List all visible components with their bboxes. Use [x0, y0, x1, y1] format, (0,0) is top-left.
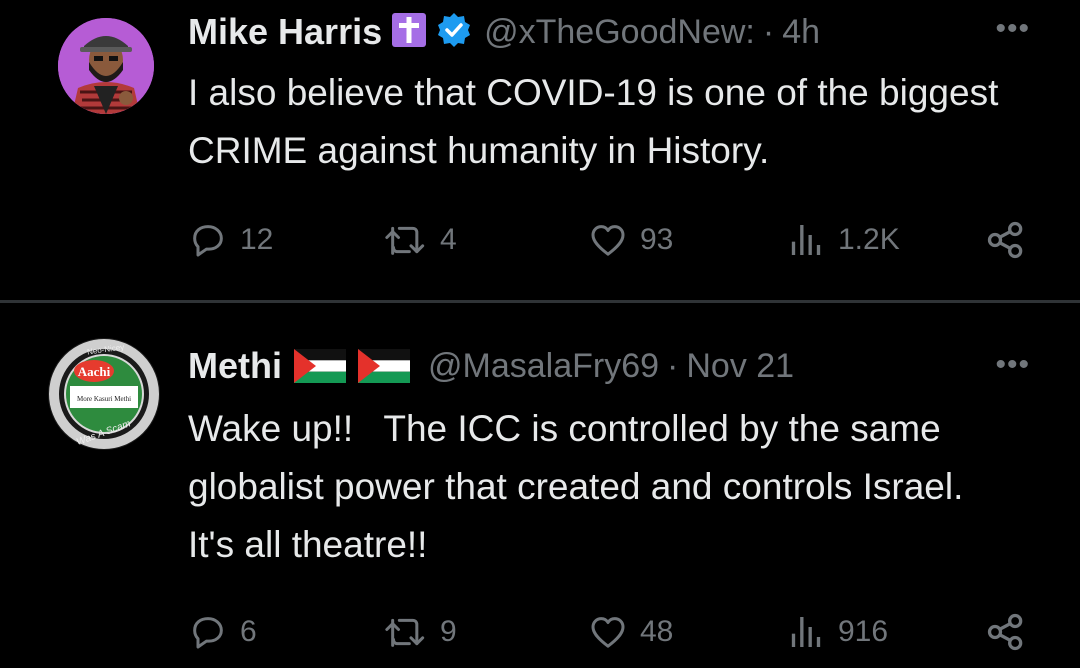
heart-icon	[591, 617, 625, 648]
display-name[interactable]: Mike Harris	[188, 11, 382, 53]
tweet-text: I also believe that COVID-19 is one of t…	[188, 72, 999, 171]
repost-icon	[385, 226, 425, 255]
tweet-methi[interactable]: Aachi More Kasuri Methi Neo-Nicey #It Wa…	[0, 304, 1080, 668]
separator-dot: ·	[762, 12, 775, 51]
timestamp[interactable]: Nov 21	[686, 347, 794, 386]
view-count: 916	[838, 615, 889, 648]
like-count: 48	[640, 615, 674, 648]
view-count: 1.2K	[838, 223, 900, 256]
heart-icon	[591, 225, 625, 256]
reply-count: 12	[240, 223, 274, 256]
like-button[interactable]: 93	[588, 218, 673, 262]
views-icon	[791, 617, 821, 647]
avatar-label-text: More Kasuri Methi	[77, 395, 131, 403]
separator-dot: ·	[667, 346, 679, 385]
display-name[interactable]: Methi	[188, 345, 282, 387]
like-button[interactable]: 48	[588, 610, 673, 654]
reply-icon	[193, 225, 223, 257]
handle[interactable]: @MasalaFry69	[428, 347, 659, 386]
views-button[interactable]: 916	[786, 610, 888, 654]
avatar-logo: Aachi More Kasuri Methi Neo-Nicey #It Wa…	[48, 338, 160, 450]
repost-count: 9	[440, 615, 457, 648]
share-button[interactable]	[984, 218, 1028, 262]
avatar[interactable]: Aachi More Kasuri Methi Neo-Nicey #It Wa…	[48, 338, 160, 450]
tweet-header: Methi @MasalaFry69 · Nov 21	[188, 344, 794, 388]
share-icon	[987, 613, 1023, 651]
tweet-header: Mike Harris @xTheGoodNew: · 4h	[188, 10, 820, 54]
avatar-brand-text: Aachi	[78, 364, 111, 379]
palestine-flag-icon	[294, 349, 346, 383]
views-button[interactable]: 1.2K	[786, 218, 900, 262]
share-icon	[987, 221, 1023, 259]
tweet-divider	[0, 300, 1080, 303]
avatar-cartoon-icon	[58, 18, 154, 114]
tweet-text: Wake up!! The ICC is controlled by the s…	[188, 408, 974, 565]
tweet-actions: 12 4 93 1.2K	[188, 218, 1038, 262]
avatar[interactable]	[58, 18, 154, 114]
like-count: 93	[640, 223, 674, 256]
timestamp[interactable]: 4h	[782, 13, 820, 52]
reply-count: 6	[240, 615, 257, 648]
repost-button[interactable]: 4	[384, 218, 457, 262]
handle[interactable]: @xTheGoodNew:	[484, 13, 755, 52]
reply-button[interactable]: 6	[188, 610, 257, 654]
reply-button[interactable]: 12	[188, 218, 273, 262]
repost-count: 4	[440, 223, 457, 256]
cross-badge-icon	[392, 12, 427, 52]
verified-badge-icon[interactable]	[436, 12, 472, 53]
more-options-button[interactable]: •••	[995, 12, 1030, 46]
palestine-flag-icon	[358, 349, 410, 383]
repost-button[interactable]: 9	[384, 610, 457, 654]
more-options-button[interactable]: •••	[995, 348, 1030, 382]
repost-icon	[385, 618, 425, 647]
tweet-actions: 6 9 48 916	[188, 610, 1038, 654]
tweet-mike-harris[interactable]: Mike Harris @xTheGoodNew: · 4h ••• I als…	[0, 0, 1080, 300]
share-button[interactable]	[984, 610, 1028, 654]
reply-icon	[193, 617, 223, 649]
views-icon	[791, 225, 821, 255]
